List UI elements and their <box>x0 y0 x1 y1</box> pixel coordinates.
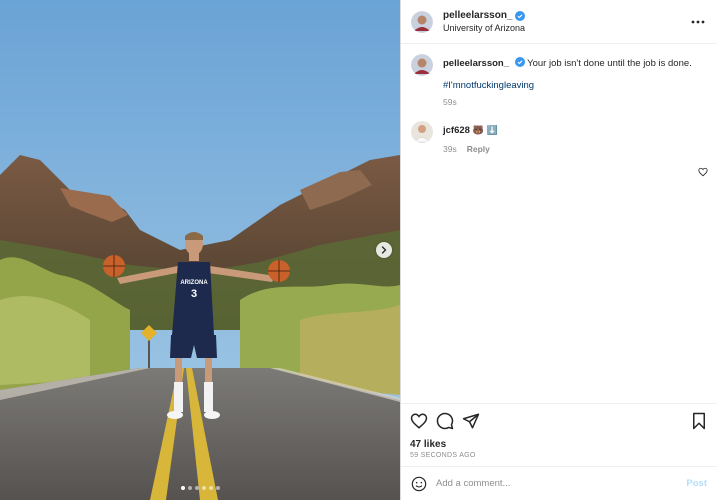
header-username-wrap: pelleelarsson_ <box>443 10 526 21</box>
share-icon <box>462 413 480 429</box>
action-icons <box>410 412 708 430</box>
header-text: pelleelarsson_ University of Arizona <box>443 10 526 33</box>
reply-button[interactable]: Reply <box>467 144 490 154</box>
comment-item: jcf628 🐻 ⬇️ 39s Reply <box>411 121 708 177</box>
caption-avatar[interactable] <box>411 54 433 76</box>
carousel-dot <box>208 486 213 490</box>
carousel-dots <box>0 486 400 490</box>
comment-meta: 39s Reply <box>443 144 707 154</box>
action-bar: 47 likes 59 SECONDS AGO <box>401 403 717 466</box>
commenter-avatar[interactable] <box>411 121 433 143</box>
post-photo[interactable]: ARIZONA 3 <box>0 0 400 500</box>
more-horizontal-icon <box>691 20 705 23</box>
emoji-button[interactable] <box>411 476 427 492</box>
comment-icon <box>436 412 454 430</box>
comment-button[interactable] <box>436 412 454 430</box>
share-button[interactable] <box>462 412 480 430</box>
next-photo-button[interactable] <box>376 242 392 258</box>
comment-text: 🐻 ⬇️ <box>472 126 498 136</box>
caption-hashtag[interactable]: #I'mnotfuckingleaving <box>443 80 707 91</box>
svg-text:ARIZONA: ARIZONA <box>180 280 208 286</box>
comment-line: jcf628 🐻 ⬇️ <box>443 124 707 138</box>
location-link[interactable]: University of Arizona <box>443 23 525 33</box>
heart-icon <box>410 413 428 429</box>
caption-text: Your job isn't done until the job is don… <box>527 58 692 69</box>
comment-like-button[interactable] <box>698 167 708 177</box>
post-timestamp: 59 SECONDS AGO <box>410 452 476 459</box>
comment-body: jcf628 🐻 ⬇️ 39s Reply <box>443 121 707 154</box>
header-username[interactable]: pelleelarsson_ <box>443 10 512 21</box>
svg-text:3: 3 <box>191 288 197 300</box>
carousel-dot <box>187 486 192 490</box>
caption-meta: 59s <box>443 97 707 107</box>
save-button[interactable] <box>690 412 708 430</box>
caption-line: pelleelarsson_ Your job isn't done until… <box>443 57 707 71</box>
caption-time[interactable]: 59s <box>443 97 457 107</box>
post-side-panel: pelleelarsson_ University of Arizona pel… <box>400 0 717 500</box>
verified-badge-icon <box>515 10 526 21</box>
add-comment-bar: Post <box>401 466 717 500</box>
like-button[interactable] <box>410 412 428 430</box>
carousel-dot <box>215 486 220 490</box>
comment-username[interactable]: jcf628 <box>443 125 470 136</box>
caption-body: pelleelarsson_ Your job isn't done until… <box>443 54 707 107</box>
carousel-dot <box>180 486 185 490</box>
caption: pelleelarsson_ Your job isn't done until… <box>411 54 707 107</box>
post-comment-button[interactable]: Post <box>686 478 707 489</box>
likes-count[interactable]: 47 likes <box>410 439 708 450</box>
heart-icon <box>698 167 708 177</box>
avatar[interactable] <box>411 10 433 33</box>
smiley-icon <box>411 476 427 491</box>
verified-badge-icon <box>514 57 525 67</box>
photo-scene: ARIZONA 3 <box>0 0 400 500</box>
comment-input[interactable] <box>436 478 687 489</box>
post-header: pelleelarsson_ University of Arizona <box>401 0 717 44</box>
caption-username[interactable]: pelleelarsson_ <box>443 58 509 69</box>
chevron-right-icon <box>381 246 387 254</box>
comments-list: pelleelarsson_ Your job isn't done until… <box>401 44 717 403</box>
post-modal: ARIZONA 3 pelleelarsson_ University of A… <box>0 0 717 500</box>
more-options-button[interactable] <box>689 13 707 31</box>
carousel-dot <box>194 486 199 490</box>
carousel-dot <box>201 486 206 490</box>
comment-time[interactable]: 39s <box>443 144 457 154</box>
bookmark-icon <box>693 412 705 430</box>
